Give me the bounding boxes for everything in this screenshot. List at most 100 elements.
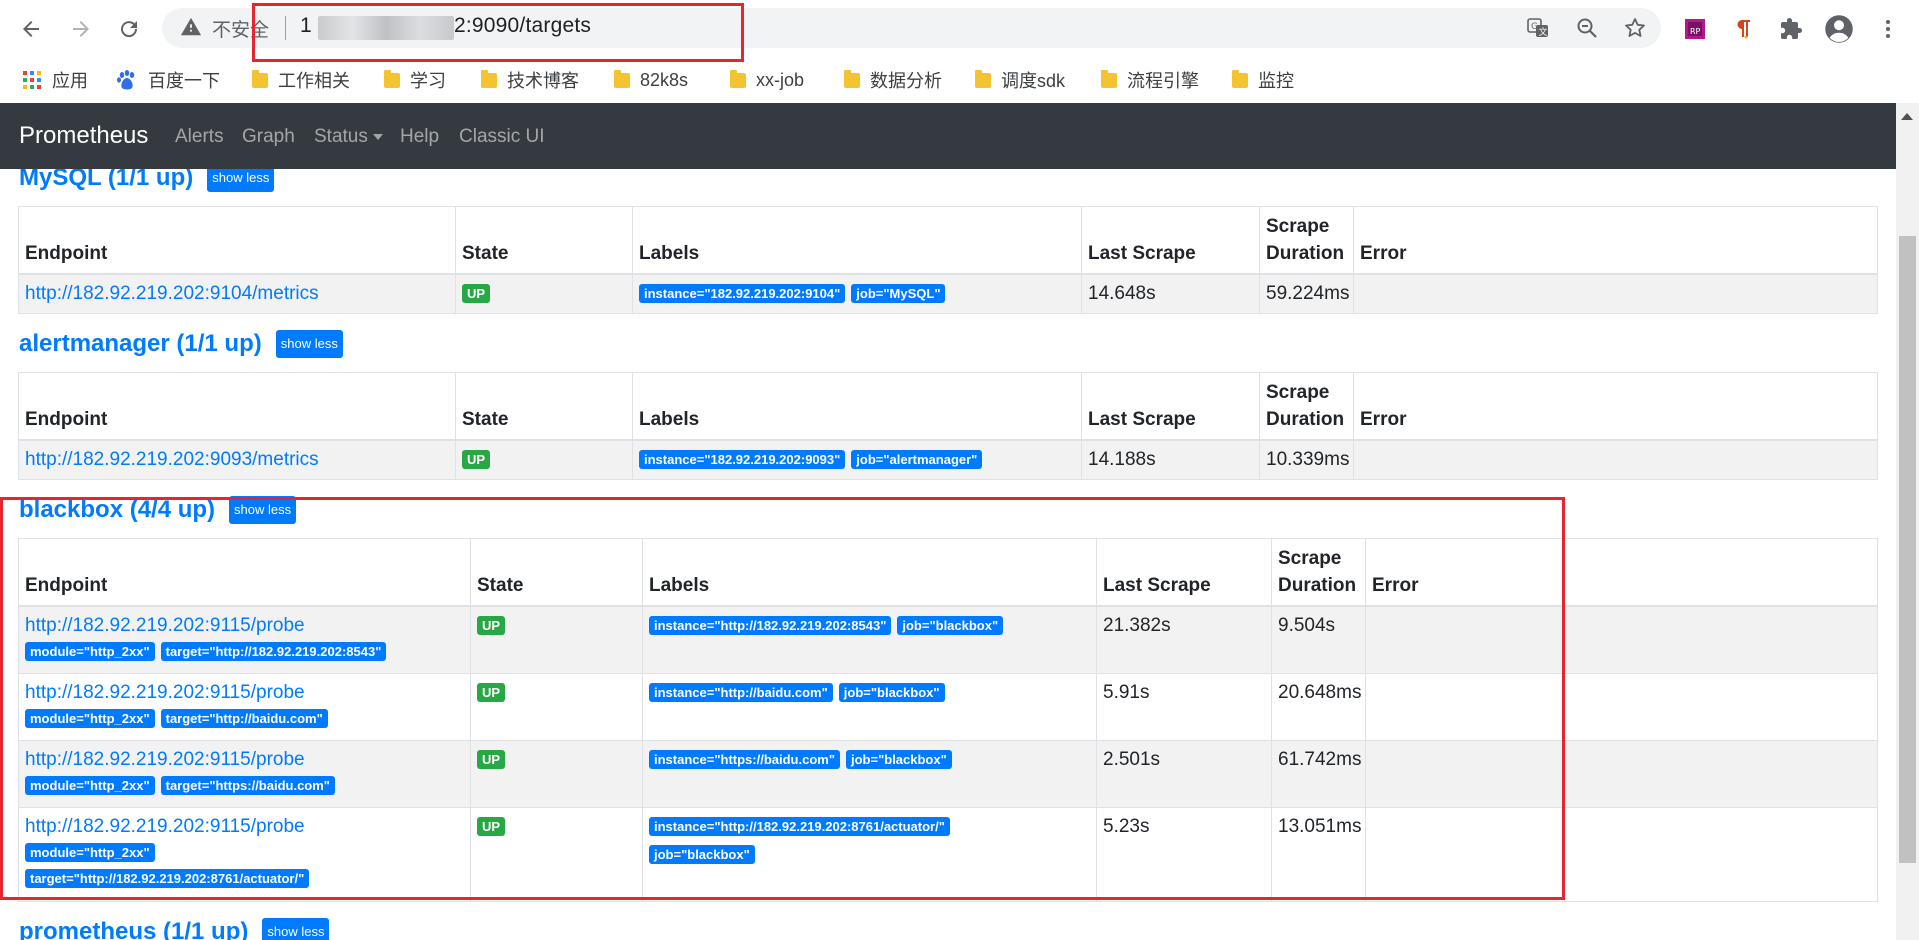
duration-cell: 13.051ms xyxy=(1271,807,1366,902)
endpoint-link[interactable]: http://182.92.219.202:9093/metrics xyxy=(25,449,319,470)
last-scrape-cell: 21.382s xyxy=(1096,605,1272,674)
nav-classic-ui[interactable]: Classic UI xyxy=(459,126,545,148)
label-badge: target="https://baidu.com" xyxy=(160,776,335,796)
error-cell xyxy=(1365,673,1878,741)
rp-extension-icon[interactable]: RP xyxy=(1678,12,1712,46)
label-badge: instance="http://182.92.219.202:8543" xyxy=(649,616,892,636)
bookmark-apps[interactable]: 应用 xyxy=(22,66,88,94)
last-scrape-cell: 5.91s xyxy=(1096,673,1272,741)
puzzle-extensions-icon[interactable] xyxy=(1774,12,1808,46)
show-less-button[interactable]: show less xyxy=(229,496,297,524)
back-arrow-icon xyxy=(23,21,39,37)
folder-icon xyxy=(252,69,268,88)
folder-icon xyxy=(1101,69,1117,88)
svg-text:文: 文 xyxy=(1539,26,1548,38)
label-badge: job="blackbox" xyxy=(897,616,1004,636)
bookmark-label: 调度sdk xyxy=(1001,71,1066,91)
show-less-button[interactable]: show less xyxy=(262,918,330,940)
show-less-button[interactable]: show less xyxy=(207,169,275,192)
bookmark-folder-blog[interactable]: 技术博客 xyxy=(481,66,579,94)
duration-cell: 20.648ms xyxy=(1271,673,1366,741)
th-scrape-duration: Scrape Duration xyxy=(1271,538,1366,607)
pool-title[interactable]: alertmanager (1/1 up) xyxy=(19,330,262,358)
error-cell xyxy=(1353,439,1878,480)
bookmark-baidu[interactable]: 百度一下 xyxy=(116,66,220,94)
url-prefix[interactable]: 1 xyxy=(300,14,312,38)
error-cell xyxy=(1365,807,1878,902)
nav-alerts[interactable]: Alerts xyxy=(175,126,224,148)
profile-avatar-icon[interactable] xyxy=(1822,12,1856,46)
label-badge: instance="182.92.219.202:9093" xyxy=(639,450,846,470)
pilcrow-extension-icon[interactable] xyxy=(1726,12,1760,46)
duration-cell: 59.224ms xyxy=(1259,273,1354,314)
show-less-button[interactable]: show less xyxy=(275,330,343,358)
bookmark-folder-data[interactable]: 数据分析 xyxy=(844,66,942,94)
nav-status[interactable]: Status xyxy=(314,126,383,148)
bookmark-folder-flow[interactable]: 流程引擎 xyxy=(1101,66,1199,94)
label-badge: job="blackbox" xyxy=(838,683,945,703)
pool-title[interactable]: blackbox (4/4 up) xyxy=(19,496,215,524)
endpoint-link[interactable]: http://182.92.219.202:9115/probe xyxy=(25,749,305,770)
page-scrollbar-thumb[interactable] xyxy=(1899,236,1916,863)
endpoint-link[interactable]: http://182.92.219.202:9115/probe xyxy=(25,682,305,703)
reload-icon xyxy=(121,21,138,38)
th-state: State xyxy=(455,372,633,441)
url-text[interactable]: 2:9090/targets xyxy=(454,14,591,38)
bookmark-folder-xxjob[interactable]: xx-job xyxy=(730,66,804,94)
state-badge: UP xyxy=(477,750,506,770)
back-button[interactable] xyxy=(14,12,48,46)
nav-help[interactable]: Help xyxy=(400,126,439,148)
targets-table-blackbox: Endpoint State Labels Last Scrape Scrape… xyxy=(18,538,1878,902)
bookmark-folder-82k8s[interactable]: 82k8s xyxy=(614,66,688,94)
brand-link[interactable]: Prometheus xyxy=(19,122,148,150)
redacted-ip-blur xyxy=(318,16,454,40)
scroll-up-arrow-icon[interactable] xyxy=(1901,113,1913,120)
label-badge: module="http_2xx" xyxy=(25,776,155,796)
reload-button[interactable] xyxy=(112,12,146,46)
nav-graph[interactable]: Graph xyxy=(242,126,295,148)
bookmark-star-icon[interactable] xyxy=(1621,14,1649,42)
th-labels: Labels xyxy=(632,206,1082,275)
bookmark-label: 流程引擎 xyxy=(1127,71,1199,91)
table-header-row: Endpoint State Labels Last Scrape Scrape… xyxy=(18,206,1878,275)
svg-text:RP: RP xyxy=(1690,27,1701,36)
browser-menu-icon[interactable] xyxy=(1871,12,1905,46)
label-badge: target="http://182.92.219.202:8543" xyxy=(160,642,387,662)
th-labels: Labels xyxy=(632,372,1082,441)
forward-button[interactable] xyxy=(64,12,98,46)
pool-title[interactable]: MySQL (1/1 up) xyxy=(19,169,193,192)
endpoint-link[interactable]: http://182.92.219.202:9115/probe xyxy=(25,615,305,636)
bookmark-folder-study[interactable]: 学习 xyxy=(384,66,446,94)
warning-triangle-icon xyxy=(180,17,202,36)
label-badge: target="http://182.92.219.202:8761/actua… xyxy=(25,869,310,889)
bookmark-folder-sdk[interactable]: 调度sdk xyxy=(975,66,1065,94)
label-badge: module="http_2xx" xyxy=(25,709,155,729)
last-scrape-cell: 2.501s xyxy=(1096,740,1272,808)
table-header-row: Endpoint State Labels Last Scrape Scrape… xyxy=(18,372,1878,441)
bookmark-label: 监控 xyxy=(1258,71,1294,91)
bookmark-folder-monitor[interactable]: 监控 xyxy=(1232,66,1294,94)
label-badge: instance="182.92.219.202:9104" xyxy=(639,284,846,304)
th-state: State xyxy=(470,538,643,607)
endpoint-link[interactable]: http://182.92.219.202:9115/probe xyxy=(25,816,305,837)
pool-header-alertmanager: alertmanager (1/1 up) show less xyxy=(19,330,343,358)
table-row: http://182.92.219.202:9115/probe module=… xyxy=(18,673,1878,741)
endpoint-link[interactable]: http://182.92.219.202:9104/metrics xyxy=(25,283,319,304)
state-badge: UP xyxy=(477,616,506,636)
th-state: State xyxy=(455,206,633,275)
state-badge: UP xyxy=(477,683,506,703)
targets-content: MySQL (1/1 up) show less Endpoint State … xyxy=(0,169,1896,940)
pool-title[interactable]: prometheus (1/1 up) xyxy=(19,918,248,940)
translate-icon[interactable]: G文 xyxy=(1524,14,1552,42)
label-badge: instance="https://baidu.com" xyxy=(649,750,840,770)
bookmark-folder-work[interactable]: 工作相关 xyxy=(252,66,350,94)
zoom-out-icon[interactable] xyxy=(1573,14,1601,42)
targets-table-mysql: Endpoint State Labels Last Scrape Scrape… xyxy=(18,206,1878,314)
address-separator xyxy=(285,16,286,40)
label-badge: target="http://baidu.com" xyxy=(160,709,328,729)
not-secure-label[interactable]: 不安全 xyxy=(212,15,269,42)
bookmark-label: 数据分析 xyxy=(870,71,942,91)
forward-arrow-icon xyxy=(73,21,89,37)
last-scrape-cell: 5.23s xyxy=(1096,807,1272,902)
duration-cell: 10.339ms xyxy=(1259,439,1354,480)
